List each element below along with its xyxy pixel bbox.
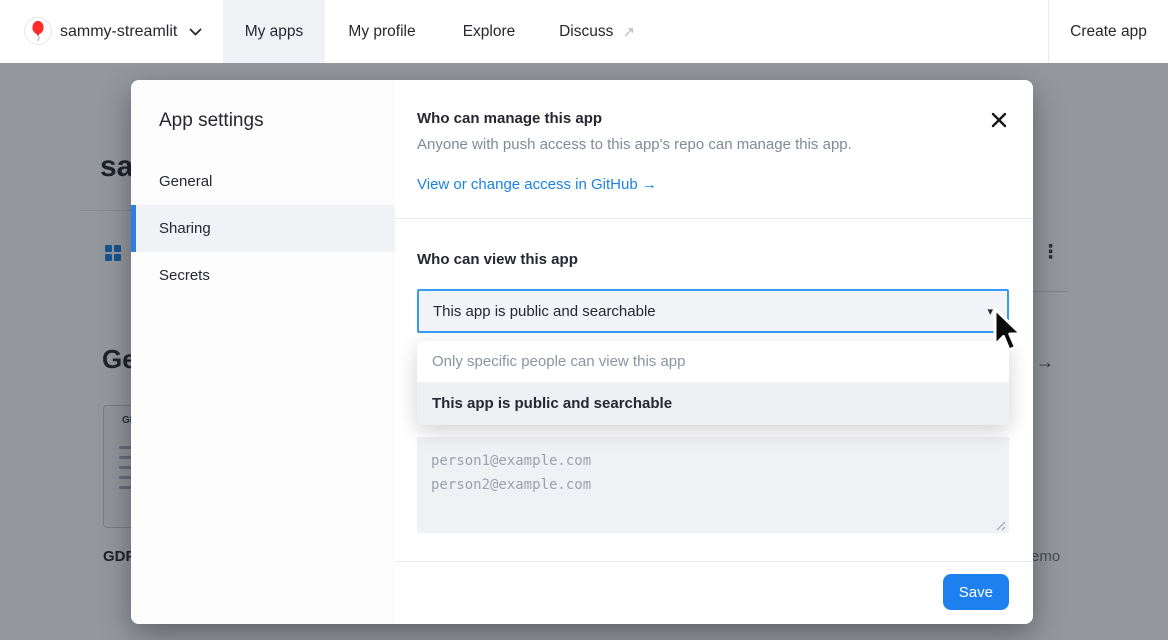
settings-content: Who can manage this app Anyone with push…	[395, 80, 1033, 624]
external-link-icon: ↗	[622, 23, 635, 41]
settings-tab-sharing[interactable]: Sharing	[131, 205, 395, 252]
chevron-down-icon	[189, 28, 202, 36]
view-section-label: Who can view this app	[417, 251, 578, 268]
viewer-access-dropdown: Only specific people can view this app T…	[417, 341, 1009, 425]
settings-tab-secrets[interactable]: Secrets	[131, 252, 395, 299]
section-divider	[395, 218, 1033, 219]
manage-section-description: Anyone with push access to this app's re…	[417, 136, 852, 153]
nav-tabs: My apps My profile Explore Discuss ↗	[223, 0, 655, 63]
nav-tab-explore[interactable]: Explore	[439, 0, 539, 63]
link-arrow-icon: →	[642, 176, 657, 193]
manage-section-title: Who can manage this app	[417, 110, 602, 127]
select-caret-icon: ▾	[987, 305, 993, 318]
nav-tab-my-profile[interactable]: My profile	[325, 0, 439, 63]
balloon-icon	[28, 20, 48, 42]
footer-divider	[395, 561, 1033, 562]
settings-sidebar: App settings General Sharing Secrets	[131, 80, 395, 624]
nav-tab-discuss[interactable]: Discuss ↗	[539, 0, 655, 63]
selected-option-text: This app is public and searchable	[433, 303, 656, 320]
close-button[interactable]	[990, 111, 1010, 131]
settings-title: App settings	[159, 110, 264, 132]
dropdown-option-public-searchable[interactable]: This app is public and searchable	[417, 383, 1009, 425]
github-access-link[interactable]: View or change access in GitHub →	[417, 176, 657, 193]
workspace-logo[interactable]	[24, 17, 52, 45]
settings-tab-general[interactable]: General	[131, 158, 395, 205]
viewer-access-select[interactable]: This app is public and searchable ▾	[417, 289, 1009, 333]
nav-tab-my-apps[interactable]: My apps	[223, 0, 325, 63]
workspace-switcher[interactable]: sammy-streamlit	[60, 0, 202, 63]
viewer-emails-input[interactable]	[417, 437, 1009, 533]
settings-nav: General Sharing Secrets	[131, 158, 395, 299]
app-settings-modal: App settings General Sharing Secrets Who…	[131, 80, 1033, 624]
save-button[interactable]: Save	[943, 574, 1009, 610]
create-app-button[interactable]: Create app	[1049, 0, 1168, 63]
close-icon	[990, 111, 1008, 129]
workspace-name: sammy-streamlit	[60, 23, 177, 41]
dropdown-option-specific-people[interactable]: Only specific people can view this app	[417, 341, 1009, 383]
top-nav: sammy-streamlit My apps My profile Explo…	[0, 0, 1168, 63]
